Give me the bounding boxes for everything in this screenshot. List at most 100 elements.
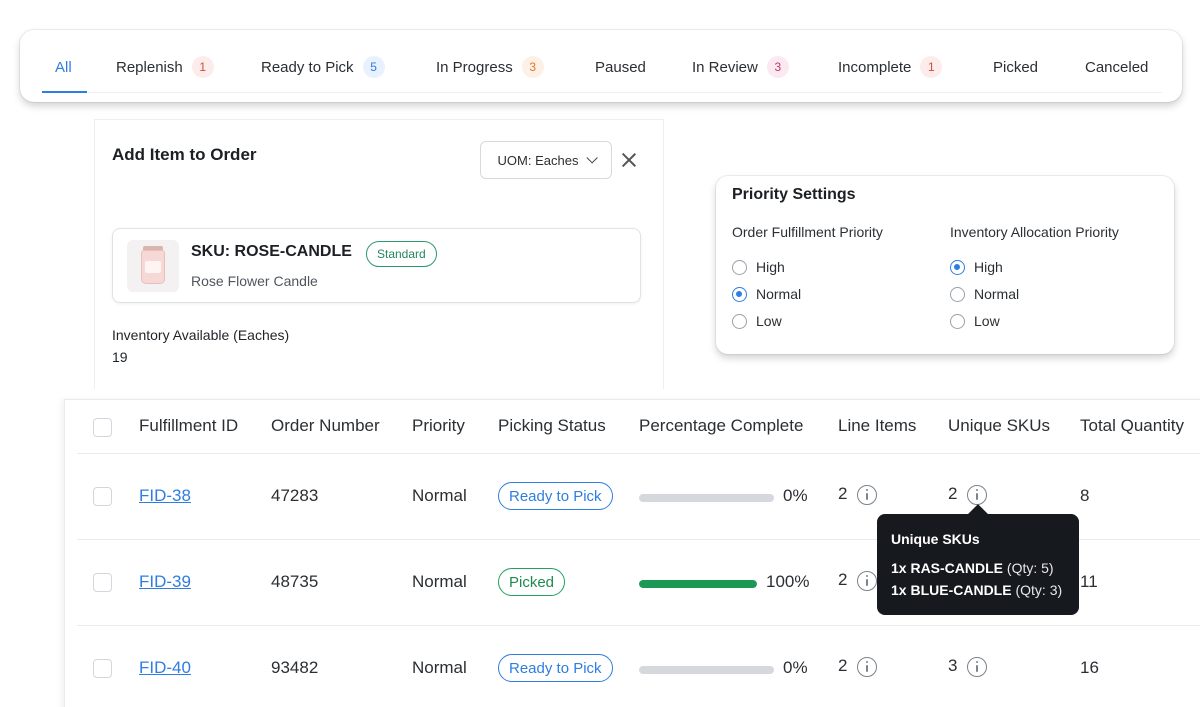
radio-circle: [732, 286, 747, 302]
tooltip-title: Unique SKUs: [891, 531, 980, 547]
progress-bar: [639, 666, 774, 674]
sku-type-badge: Standard: [366, 241, 437, 267]
info-icon[interactable]: [967, 484, 988, 505]
tooltip-qty: (Qty: 5): [1006, 560, 1054, 576]
percent-label: 0%: [783, 658, 808, 677]
info-icon[interactable]: [857, 570, 878, 591]
tab-in-review[interactable]: In Review 3: [692, 42, 789, 92]
line-items-value: 2: [838, 656, 848, 675]
fulfillment-id-link[interactable]: FID-39: [139, 572, 191, 592]
order-number: 48735: [271, 572, 319, 591]
column-header[interactable]: Unique SKUs: [948, 416, 1050, 436]
tab-bar: All Replenish 1 Ready to Pick 5 In Progres…: [20, 30, 1182, 102]
percent-label: 100%: [766, 572, 810, 591]
info-icon[interactable]: [857, 656, 878, 677]
table-header: Fulfillment ID Order Number Priority Pic…: [77, 400, 1200, 454]
tab-canceled[interactable]: Canceled: [1085, 42, 1148, 92]
status-tabs-card: All Replenish 1 Ready to Pick 5 In Progres…: [20, 30, 1182, 102]
radio-circle: [950, 313, 965, 329]
unique-skus-tooltip: Unique SKUs 1x RAS-CANDLE (Qty: 5) 1x BL…: [877, 514, 1079, 615]
fulfillment-high-radio[interactable]: High: [732, 259, 785, 275]
column-header[interactable]: Percentage Complete: [639, 416, 803, 436]
uom-label: UOM: Eaches: [497, 152, 579, 168]
tab-label: In Progress: [436, 58, 513, 76]
tooltip-line: 1x BLUE-CANDLE (Qty: 3): [891, 582, 1062, 598]
unique-skus-cell: 2: [948, 484, 988, 505]
status-badge: Ready to Pick: [498, 654, 613, 682]
status-badge: Ready to Pick: [498, 482, 613, 510]
count-badge: 3: [766, 56, 789, 78]
close-icon[interactable]: [619, 150, 639, 170]
uom-select[interactable]: UOM: Eaches: [480, 141, 612, 179]
order-number: 93482: [271, 658, 319, 677]
total-quantity: 8: [1080, 486, 1090, 505]
fulfillment-id-link[interactable]: FID-38: [139, 486, 191, 506]
count-badge: 5: [362, 56, 385, 78]
fulfillment-id-link[interactable]: FID-40: [139, 658, 191, 678]
tab-paused[interactable]: Paused: [595, 42, 646, 92]
sku-code: SKU: ROSE-CANDLE: [191, 243, 352, 260]
tab-in-progress[interactable]: In Progress 3: [436, 42, 544, 92]
order-number: 47283: [271, 486, 319, 505]
info-icon[interactable]: [967, 656, 988, 677]
unique-skus-value: 3: [948, 656, 958, 675]
allocation-priority-label: Inventory Allocation Priority: [950, 224, 1119, 240]
fulfillment-priority-label: Order Fulfillment Priority: [732, 224, 883, 240]
column-header[interactable]: Picking Status: [498, 416, 606, 436]
column-header[interactable]: Fulfillment ID: [139, 416, 238, 436]
tab-all[interactable]: All: [55, 42, 72, 92]
priority-settings-panel: Priority Settings Order Fulfillment Prio…: [716, 176, 1174, 354]
radio-circle: [950, 259, 965, 275]
column-header[interactable]: Line Items: [838, 416, 916, 436]
tab-replenish[interactable]: Replenish 1: [116, 42, 214, 92]
fulfillment-low-radio[interactable]: Low: [732, 313, 782, 329]
total-quantity: 11: [1080, 572, 1098, 591]
allocation-high-radio[interactable]: High: [950, 259, 1003, 275]
unique-skus-value: 2: [948, 484, 958, 503]
radio-label: Normal: [974, 286, 1020, 302]
tab-label: Canceled: [1085, 58, 1149, 76]
tab-ready-to-pick[interactable]: Ready to Pick 5: [261, 42, 385, 92]
priority-value: Normal: [412, 486, 467, 505]
total-quantity: 16: [1080, 658, 1099, 677]
line-items-cell: 2: [838, 570, 878, 591]
select-all-checkbox[interactable]: [93, 418, 112, 437]
sku-description: Rose Flower Candle: [191, 273, 318, 289]
add-item-panel: Add Item to Order UOM: Eaches SKU: ROSE-…: [94, 119, 664, 389]
radio-label: High: [756, 259, 785, 275]
inventory-value: 19: [112, 349, 128, 365]
column-header[interactable]: Total Quantity: [1080, 416, 1184, 436]
radio-circle: [950, 286, 965, 302]
progress-bar: [639, 494, 774, 502]
column-header[interactable]: Priority: [412, 416, 465, 436]
row-checkbox[interactable]: [93, 487, 112, 506]
column-header[interactable]: Order Number: [271, 416, 380, 436]
tab-picked[interactable]: Picked: [993, 42, 1038, 92]
line-items-value: 2: [838, 484, 848, 503]
radio-label: Low: [756, 313, 782, 329]
radio-circle: [732, 259, 747, 275]
fulfillment-normal-radio[interactable]: Normal: [732, 286, 801, 302]
progress-fill: [639, 580, 757, 588]
info-icon[interactable]: [857, 484, 878, 505]
tab-label: Incomplete: [838, 58, 912, 76]
inventory-label: Inventory Available (Eaches): [112, 327, 290, 343]
priority-value: Normal: [412, 572, 467, 591]
progress-bar: [639, 580, 757, 588]
tooltip-line: 1x RAS-CANDLE (Qty: 5): [891, 560, 1054, 576]
tooltip-qty: (Qty: 3): [1015, 582, 1063, 598]
count-badge: 3: [521, 56, 544, 78]
row-checkbox[interactable]: [93, 659, 112, 678]
tabs-divider: [42, 92, 1162, 93]
tab-label: In Review: [692, 58, 758, 76]
chevron-down-icon: [586, 152, 599, 164]
tab-label: Replenish: [116, 58, 183, 76]
tab-incomplete[interactable]: Incomplete 1: [838, 42, 943, 92]
tooltip-item: 1x BLUE-CANDLE: [891, 582, 1012, 598]
allocation-low-radio[interactable]: Low: [950, 313, 1000, 329]
allocation-normal-radio[interactable]: Normal: [950, 286, 1019, 302]
product-thumbnail: [127, 240, 179, 292]
percent-label: 0%: [783, 486, 808, 505]
panel-title: Add Item to Order: [112, 145, 257, 164]
row-checkbox[interactable]: [93, 573, 112, 592]
